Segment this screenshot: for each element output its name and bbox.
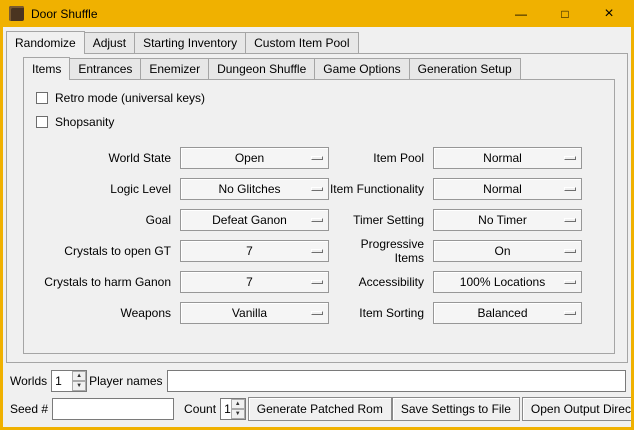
tab-dungeon-shuffle[interactable]: Dungeon Shuffle [208, 58, 315, 79]
tab-generation-setup[interactable]: Generation Setup [409, 58, 521, 79]
logic-level-label: Logic Level [30, 182, 180, 196]
count-spin-down-icon[interactable]: ▼ [231, 409, 245, 419]
accessibility-label: Accessibility [329, 275, 433, 289]
worlds-spin-up-icon[interactable]: ▲ [72, 371, 86, 381]
item-pool-label: Item Pool [329, 151, 433, 165]
retro-mode-row: Retro mode (universal keys) [36, 86, 614, 110]
minimize-button[interactable]: — [499, 0, 543, 27]
count-spinner[interactable]: 1 ▲ ▼ [220, 398, 246, 420]
inner-tab-bar: Items Entrances Enemizer Dungeon Shuffle… [23, 57, 615, 79]
logic-level-dropdown[interactable]: No Glitches [180, 178, 329, 200]
tab-items[interactable]: Items [23, 57, 70, 80]
crystals-gt-dropdown[interactable]: 7 [180, 240, 329, 262]
item-sorting-label: Item Sorting [329, 306, 433, 320]
goal-dropdown[interactable]: Defeat Ganon [180, 209, 329, 231]
seed-label: Seed # [8, 402, 52, 416]
tab-starting-inventory[interactable]: Starting Inventory [134, 32, 246, 53]
inner-notebook: Items Entrances Enemizer Dungeon Shuffle… [23, 57, 615, 354]
close-button[interactable]: × [587, 0, 631, 27]
shopsanity-label: Shopsanity [55, 115, 114, 129]
app-window: Door Shuffle — □ × Randomize Adjust Star… [0, 0, 634, 430]
progressive-items-dropdown[interactable]: On [433, 240, 582, 262]
shopsanity-checkbox[interactable] [36, 116, 48, 128]
bottom-bar: Worlds 1 ▲ ▼ Player names Seed # Count 1… [3, 363, 631, 427]
titlebar[interactable]: Door Shuffle — □ × [3, 0, 631, 27]
dropdown-indicator-icon [564, 280, 576, 284]
dropdown-indicator-icon [564, 156, 576, 160]
worlds-spin-down-icon[interactable]: ▼ [72, 381, 86, 391]
shopsanity-row: Shopsanity [36, 110, 614, 134]
count-spin-up-icon[interactable]: ▲ [231, 399, 245, 409]
dropdown-indicator-icon [311, 249, 323, 253]
tab-entrances[interactable]: Entrances [69, 58, 141, 79]
tab-randomize[interactable]: Randomize [6, 31, 85, 54]
worlds-label: Worlds [8, 374, 51, 388]
crystals-ganon-dropdown[interactable]: 7 [180, 271, 329, 293]
dropdown-indicator-icon [564, 187, 576, 191]
count-label: Count [182, 402, 220, 416]
worlds-row: Worlds 1 ▲ ▼ Player names [8, 370, 627, 392]
worlds-spinner[interactable]: 1 ▲ ▼ [51, 370, 87, 392]
goal-label: Goal [30, 213, 180, 227]
world-state-dropdown[interactable]: Open [180, 147, 329, 169]
item-sorting-dropdown[interactable]: Balanced [433, 302, 582, 324]
app-icon [9, 6, 24, 21]
seed-row: Seed # Count 1 ▲ ▼ Generate Patched Rom … [8, 397, 627, 421]
outer-tab-bar: Randomize Adjust Starting Inventory Cust… [6, 31, 628, 53]
left-column: World State Open Logic Level N [30, 142, 329, 328]
dropdown-indicator-icon [311, 280, 323, 284]
dropdown-indicator-icon [311, 156, 323, 160]
open-output-directory-button[interactable]: Open Output Directory [522, 397, 634, 421]
items-content: Retro mode (universal keys) Shopsanity W… [24, 80, 614, 328]
dropdown-indicator-icon [564, 249, 576, 253]
progressive-items-label: Progressive Items [329, 237, 433, 265]
accessibility-dropdown[interactable]: 100% Locations [433, 271, 582, 293]
window-title: Door Shuffle [31, 7, 98, 21]
tab-enemizer[interactable]: Enemizer [140, 58, 209, 79]
dropdown-indicator-icon [311, 311, 323, 315]
save-settings-button[interactable]: Save Settings to File [392, 397, 520, 421]
player-names-input[interactable] [167, 370, 627, 392]
dropdown-indicator-icon [311, 187, 323, 191]
item-functionality-dropdown[interactable]: Normal [433, 178, 582, 200]
maximize-button[interactable]: □ [543, 0, 587, 27]
dropdown-indicator-icon [564, 311, 576, 315]
weapons-label: Weapons [30, 306, 180, 320]
retro-mode-label: Retro mode (universal keys) [55, 91, 205, 105]
seed-input[interactable] [52, 398, 174, 420]
item-pool-dropdown[interactable]: Normal [433, 147, 582, 169]
player-names-label: Player names [87, 374, 166, 388]
world-state-label: World State [30, 151, 180, 165]
item-functionality-label: Item Functionality [329, 182, 433, 196]
randomize-panel: Items Entrances Enemizer Dungeon Shuffle… [6, 53, 628, 363]
retro-mode-checkbox[interactable] [36, 92, 48, 104]
weapons-dropdown[interactable]: Vanilla [180, 302, 329, 324]
generate-patched-rom-button[interactable]: Generate Patched Rom [248, 397, 392, 421]
tab-game-options[interactable]: Game Options [314, 58, 409, 79]
timer-setting-dropdown[interactable]: No Timer [433, 209, 582, 231]
right-column: Item Pool Normal Item Functionality [329, 142, 582, 328]
option-fields: World State Open Logic Level N [30, 142, 614, 328]
crystals-gt-label: Crystals to open GT [30, 244, 180, 258]
dropdown-indicator-icon [564, 218, 576, 222]
timer-setting-label: Timer Setting [329, 213, 433, 227]
items-panel: Retro mode (universal keys) Shopsanity W… [23, 79, 615, 354]
tab-custom-item-pool[interactable]: Custom Item Pool [245, 32, 358, 53]
tab-adjust[interactable]: Adjust [84, 32, 135, 53]
dropdown-indicator-icon [311, 218, 323, 222]
window-controls: — □ × [499, 0, 631, 27]
crystals-ganon-label: Crystals to harm Ganon [30, 275, 180, 289]
outer-notebook: Randomize Adjust Starting Inventory Cust… [3, 27, 631, 363]
